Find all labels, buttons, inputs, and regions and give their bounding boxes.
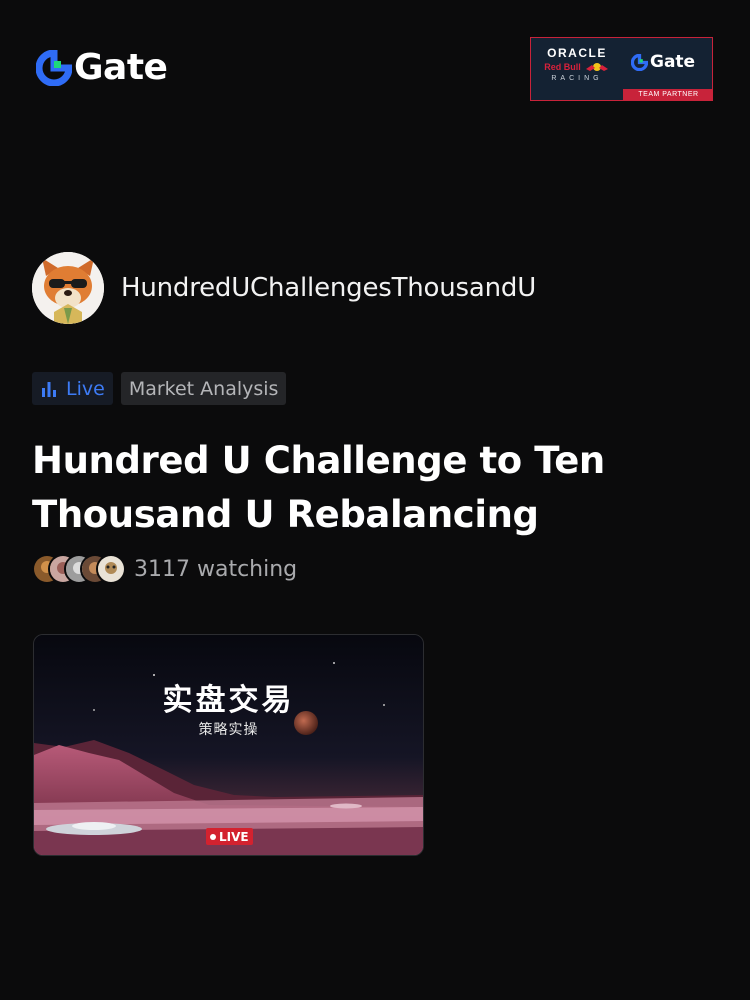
team-partner-strip: TEAM PARTNER (623, 89, 712, 100)
live-badge-label: LIVE (219, 829, 249, 844)
viewer-avatar (96, 554, 126, 584)
brand-logo[interactable]: Gate (36, 47, 168, 88)
stream-tags: Live Market Analysis (32, 372, 287, 405)
watching-count: 3117 watching (134, 556, 298, 582)
live-badge: LIVE (206, 828, 253, 845)
bar-chart-icon (42, 381, 56, 397)
live-dot-icon (210, 833, 216, 840)
thumbnail-title: 实盘交易 (162, 683, 295, 718)
stream-title: Hundred U Challenge to Ten Thousand U Re… (32, 439, 605, 536)
redbull-wordmark: Red Bull (544, 61, 581, 72)
live-tag: Live (32, 372, 113, 405)
fox-avatar-icon (32, 252, 104, 324)
category-tag-label: Market Analysis (128, 377, 279, 400)
gate-logo-icon (36, 50, 72, 86)
viewer-summary: 3117 watching (32, 554, 297, 584)
avatar[interactable] (32, 252, 104, 324)
brand-name: Gate (74, 47, 168, 88)
partner-racing-mark: ORACLE Red Bull RACING (531, 38, 623, 91)
host-name[interactable]: HundredUChallengesThousandU (121, 273, 536, 303)
oracle-wordmark: ORACLE (547, 45, 607, 60)
live-tag-label: Live (66, 377, 105, 400)
mars-landscape-image (34, 635, 423, 855)
partner-badge: ORACLE Red Bull RACING Gate TEAM PARTNER (530, 37, 713, 101)
thumbnail-subtitle: 策略实操 (198, 722, 259, 738)
partner-gate-name: Gate (650, 52, 696, 72)
partner-gate-mark: Gate (631, 52, 695, 72)
gate-logo-icon (631, 53, 648, 71)
viewer-avatar-stack (32, 554, 126, 584)
racing-wordmark: RACING (551, 74, 603, 82)
category-tag[interactable]: Market Analysis (120, 372, 287, 405)
bull-icon (585, 62, 608, 71)
stream-thumbnail[interactable]: 实盘交易 策略实操 LIVE (33, 634, 424, 856)
host-row[interactable]: HundredUChallengesThousandU (32, 252, 536, 324)
